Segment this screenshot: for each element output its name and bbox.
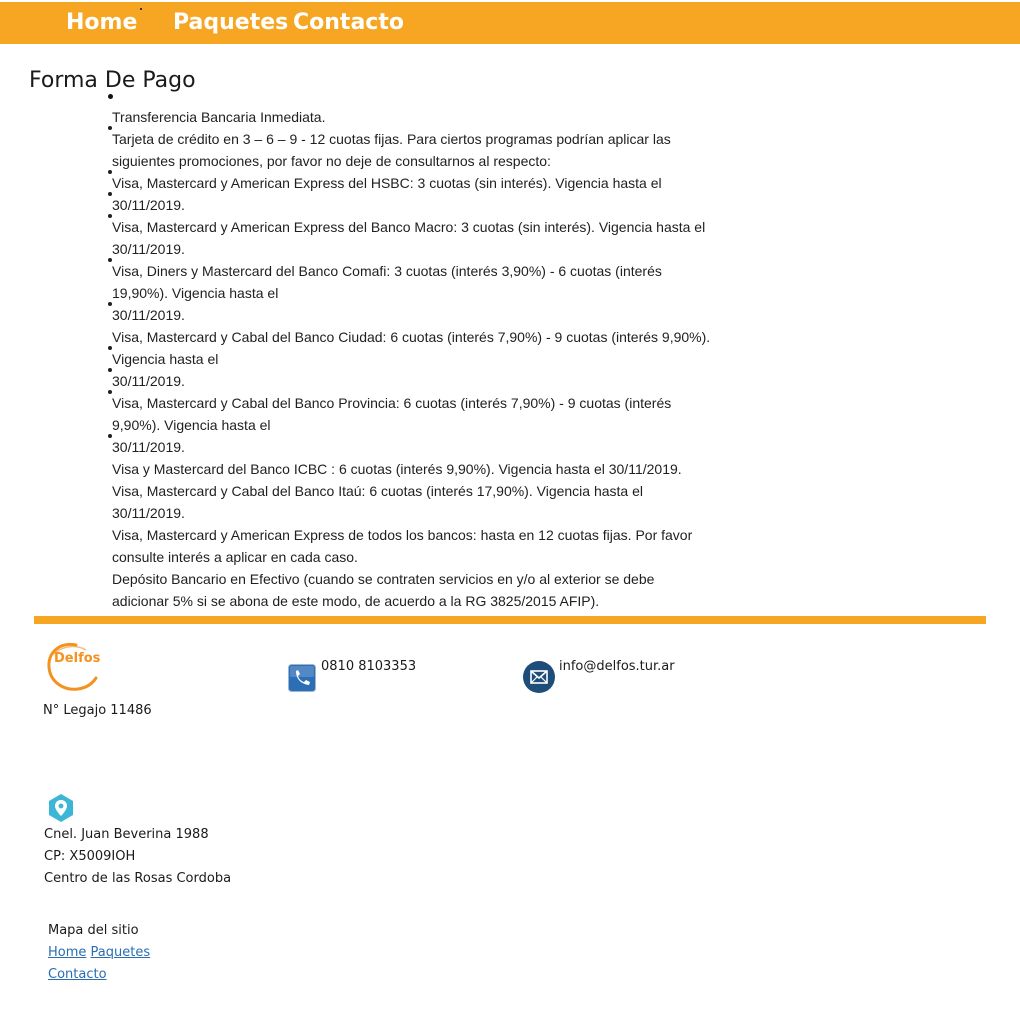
sitemap-contacto-link[interactable]: Contacto: [48, 967, 107, 982]
nav-contacto-link[interactable]: Contacto: [293, 8, 404, 38]
top-navigation-bar: Home Paquetes Contacto: [0, 2, 1020, 44]
payment-line: 30/11/2019.: [112, 505, 185, 521]
payment-line: consulte interés a aplicar en cada caso.: [112, 549, 358, 565]
payment-line: Visa, Mastercard y Cabal del Banco Ciuda…: [112, 329, 711, 345]
payment-line: Visa y Mastercard del Banco ICBC : 6 cuo…: [112, 461, 682, 477]
sitemap-title: Mapa del sitio: [48, 923, 139, 938]
sitemap-links-row: Home Paquetes: [48, 942, 150, 964]
payment-line: 19,90%). Vigencia hasta el: [112, 285, 279, 301]
page-title: Forma De Pago: [29, 68, 196, 93]
payment-line: 9,90%). Vigencia hasta el: [112, 417, 271, 433]
email-address[interactable]: info@delfos.tur.ar: [559, 656, 675, 678]
payment-line: 30/11/2019.: [112, 241, 185, 257]
payment-line: Visa, Mastercard y American Express del …: [112, 219, 706, 235]
address-city: Centro de las Rosas Cordoba: [44, 871, 232, 886]
payment-line: Visa, Mastercard y Cabal del Banco Itaú:…: [112, 483, 644, 499]
nav-home-link[interactable]: Home: [66, 8, 137, 38]
sitemap-links-row: Contacto: [48, 964, 107, 986]
address-postal-code: CP: X5009IOH: [44, 849, 136, 864]
list-bullet: [108, 94, 113, 99]
payment-line: Depósito Bancario en Efectivo (cuando se…: [112, 571, 655, 587]
delfos-logo: Delfos: [46, 642, 104, 692]
logo-wordmark: Delfos: [54, 651, 101, 666]
payment-line: siguientes promociones, por favor no dej…: [112, 153, 551, 169]
footer-divider: [34, 616, 986, 624]
mail-icon: [523, 661, 555, 693]
phone-icon: [288, 664, 316, 692]
delfos-logo-icon: [47, 642, 98, 691]
payment-line: Vigencia hasta el: [112, 351, 219, 367]
nav-separator-dot: [140, 8, 142, 10]
payment-line: Visa, Diners y Mastercard del Banco Coma…: [112, 263, 662, 279]
payment-line: Visa, Mastercard y American Express de t…: [112, 527, 693, 543]
payment-line: 30/11/2019.: [112, 439, 185, 455]
map-pin-icon: [47, 793, 75, 823]
payment-line: Visa, Mastercard y American Express del …: [112, 175, 662, 191]
nav-paquetes-link[interactable]: Paquetes: [173, 8, 288, 38]
address-street: Cnel. Juan Beverina 1988: [44, 827, 209, 842]
payment-line: Tarjeta de crédito en 3 – 6 – 9 - 12 cuo…: [112, 131, 671, 147]
payment-line: adicionar 5% si se abona de este modo, d…: [112, 593, 600, 609]
legajo-number: N° Legajo 11486: [43, 703, 152, 718]
sitemap-paquetes-link[interactable]: Paquetes: [91, 945, 151, 960]
payment-line: Visa, Mastercard y Cabal del Banco Provi…: [112, 395, 672, 411]
payment-line: 30/11/2019.: [112, 197, 185, 213]
payment-line: 30/11/2019.: [112, 307, 185, 323]
payment-line: Transferencia Bancaria Inmediata.: [112, 109, 326, 125]
phone-number[interactable]: 0810 8103353: [321, 656, 416, 678]
payment-line: 30/11/2019.: [112, 373, 185, 389]
sitemap-home-link[interactable]: Home: [48, 945, 86, 960]
